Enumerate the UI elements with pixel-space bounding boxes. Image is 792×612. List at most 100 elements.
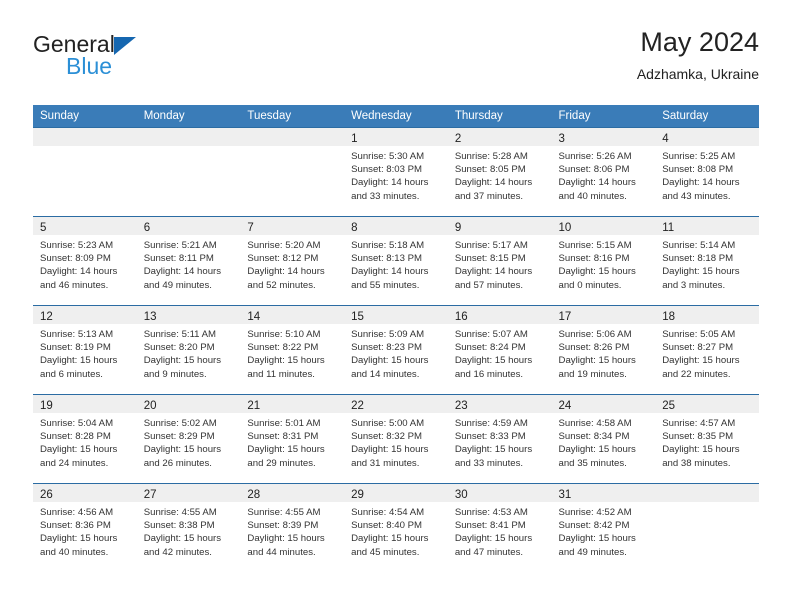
calendar-cell[interactable]: 12 Sunrise: 5:13 AM Sunset: 8:19 PM Dayl…: [33, 305, 137, 395]
day-number: 27: [143, 489, 157, 501]
sunrise-text: Sunrise: 5:30 AM: [351, 151, 425, 162]
page-header: General Blue May 2024 Adzhamka, Ukraine: [33, 26, 759, 98]
daylight-text-line2: and 33 minutes.: [351, 190, 420, 202]
sunset-text: Sunset: 8:41 PM: [454, 520, 526, 532]
calendar-cell[interactable]: 15 Sunrise: 5:09 AM Sunset: 8:23 PM Dayl…: [344, 305, 448, 395]
daylight-text-line1: Daylight: 15 hours: [351, 355, 429, 367]
calendar-cell[interactable]: 13 Sunrise: 5:11 AM Sunset: 8:20 PM Dayl…: [136, 305, 241, 395]
sunset-text: Sunset: 8:15 PM: [454, 253, 526, 265]
calendar-cell[interactable]: 4 Sunrise: 5:25 AM Sunset: 8:08 PM Dayli…: [655, 127, 759, 217]
daylight-text-line2: and 40 minutes.: [40, 546, 109, 558]
sunrise-text: Sunrise: 5:21 AM: [143, 240, 217, 251]
calendar-cell[interactable]: 2 Sunrise: 5:28 AM Sunset: 8:05 PM Dayli…: [447, 127, 552, 217]
calendar-cell[interactable]: [33, 127, 137, 217]
calendar-cell[interactable]: 6 Sunrise: 5:21 AM Sunset: 8:11 PM Dayli…: [136, 216, 241, 306]
sunrise-text: Sunrise: 5:17 AM: [454, 240, 528, 251]
day-number: 28: [247, 489, 261, 501]
brand-logo[interactable]: General Blue: [33, 32, 273, 92]
calendar-cell[interactable]: 16 Sunrise: 5:07 AM Sunset: 8:24 PM Dayl…: [447, 305, 552, 395]
day-number: 15: [351, 311, 364, 323]
sunrise-text: Sunrise: 4:53 AM: [454, 507, 528, 518]
calendar-cell[interactable]: 3 Sunrise: 5:26 AM Sunset: 8:06 PM Dayli…: [551, 127, 656, 217]
weekday-header-tuesday: Tuesday: [240, 105, 345, 128]
daylight-text-line1: Daylight: 14 hours: [40, 266, 118, 278]
sunset-text: Sunset: 8:12 PM: [247, 253, 319, 265]
calendar-cell[interactable]: 8 Sunrise: 5:18 AM Sunset: 8:13 PM Dayli…: [344, 216, 448, 306]
sunset-text: Sunset: 8:39 PM: [247, 520, 319, 532]
calendar-cell[interactable]: 14 Sunrise: 5:10 AM Sunset: 8:22 PM Dayl…: [240, 305, 345, 395]
sunrise-text: Sunrise: 5:15 AM: [558, 240, 632, 251]
calendar-cell[interactable]: 30 Sunrise: 4:53 AM Sunset: 8:41 PM Dayl…: [447, 483, 552, 572]
sunset-text: Sunset: 8:36 PM: [40, 520, 111, 532]
calendar-cell[interactable]: [136, 127, 241, 217]
day-number: 24: [558, 400, 572, 412]
sunrise-text: Sunrise: 5:13 AM: [40, 329, 114, 340]
calendar-cell[interactable]: 31 Sunrise: 4:52 AM Sunset: 8:42 PM Dayl…: [551, 483, 656, 572]
sunset-text: Sunset: 8:35 PM: [662, 431, 734, 443]
calendar-week-row: 12 Sunrise: 5:13 AM Sunset: 8:19 PM Dayl…: [33, 305, 759, 395]
day-number: 13: [143, 311, 157, 323]
calendar-cell[interactable]: 22 Sunrise: 5:00 AM Sunset: 8:32 PM Dayl…: [344, 394, 448, 484]
daylight-text-line2: and 22 minutes.: [662, 368, 731, 380]
sunset-text: Sunset: 8:05 PM: [454, 164, 526, 176]
calendar-body: 1 Sunrise: 5:30 AM Sunset: 8:03 PM Dayli…: [33, 127, 759, 572]
calendar-cell[interactable]: 11 Sunrise: 5:14 AM Sunset: 8:18 PM Dayl…: [655, 216, 759, 306]
weekday-header-row: Sunday Monday Tuesday Wednesday Thursday…: [33, 105, 759, 128]
calendar-cell[interactable]: 7 Sunrise: 5:20 AM Sunset: 8:12 PM Dayli…: [240, 216, 345, 306]
page-title: May 2024: [640, 27, 759, 57]
calendar-cell[interactable]: 9 Sunrise: 5:17 AM Sunset: 8:15 PM Dayli…: [447, 216, 552, 306]
calendar-cell[interactable]: 5 Sunrise: 5:23 AM Sunset: 8:09 PM Dayli…: [33, 216, 137, 306]
sunrise-text: Sunrise: 5:06 AM: [558, 329, 632, 340]
sunrise-text: Sunrise: 5:02 AM: [143, 418, 217, 429]
calendar-cell[interactable]: [240, 127, 345, 217]
calendar-cell[interactable]: 25 Sunrise: 4:57 AM Sunset: 8:35 PM Dayl…: [655, 394, 759, 484]
sunrise-text: Sunrise: 5:26 AM: [558, 151, 632, 162]
daylight-text-line2: and 3 minutes.: [662, 279, 726, 291]
sunrise-text: Sunrise: 4:55 AM: [143, 507, 217, 518]
calendar-cell[interactable]: 20 Sunrise: 5:02 AM Sunset: 8:29 PM Dayl…: [136, 394, 241, 484]
calendar-cell[interactable]: 23 Sunrise: 4:59 AM Sunset: 8:33 PM Dayl…: [447, 394, 552, 484]
sunrise-text: Sunrise: 5:01 AM: [247, 418, 321, 429]
calendar-cell[interactable]: 19 Sunrise: 5:04 AM Sunset: 8:28 PM Dayl…: [33, 394, 137, 484]
daylight-text-line1: Daylight: 15 hours: [143, 355, 222, 367]
sunset-text: Sunset: 8:09 PM: [40, 253, 111, 265]
calendar-cell[interactable]: 26 Sunrise: 4:56 AM Sunset: 8:36 PM Dayl…: [33, 483, 137, 572]
daylight-text-line2: and 0 minutes.: [558, 279, 622, 291]
calendar-week-row: 26 Sunrise: 4:56 AM Sunset: 8:36 PM Dayl…: [33, 483, 759, 572]
calendar-cell[interactable]: 24 Sunrise: 4:58 AM Sunset: 8:34 PM Dayl…: [551, 394, 656, 484]
daylight-text-line2: and 19 minutes.: [558, 368, 627, 380]
calendar-cell[interactable]: 27 Sunrise: 4:55 AM Sunset: 8:38 PM Dayl…: [136, 483, 241, 572]
day-number: 14: [247, 311, 261, 323]
daylight-text-line2: and 52 minutes.: [247, 279, 316, 291]
calendar-cell[interactable]: 17 Sunrise: 5:06 AM Sunset: 8:26 PM Dayl…: [551, 305, 656, 395]
calendar-cell[interactable]: 21 Sunrise: 5:01 AM Sunset: 8:31 PM Dayl…: [240, 394, 345, 484]
calendar-cell[interactable]: 1 Sunrise: 5:30 AM Sunset: 8:03 PM Dayli…: [344, 127, 448, 217]
calendar-cell[interactable]: 28 Sunrise: 4:55 AM Sunset: 8:39 PM Dayl…: [240, 483, 345, 572]
sunrise-text: Sunrise: 5:09 AM: [351, 329, 425, 340]
daylight-text-line1: Daylight: 14 hours: [454, 177, 533, 189]
daylight-text-line1: Daylight: 15 hours: [454, 533, 533, 545]
calendar-cell[interactable]: 18 Sunrise: 5:05 AM Sunset: 8:27 PM Dayl…: [655, 305, 759, 395]
title-block: May 2024 Adzhamka, Ukraine: [637, 26, 759, 84]
calendar-cell[interactable]: 10 Sunrise: 5:15 AM Sunset: 8:16 PM Dayl…: [551, 216, 656, 306]
sunrise-text: Sunrise: 5:18 AM: [351, 240, 425, 251]
day-number: 17: [558, 311, 572, 323]
day-number: 12: [40, 311, 53, 323]
day-number: 8: [351, 222, 358, 234]
day-number: 20: [143, 400, 157, 412]
day-number: 30: [454, 489, 468, 501]
day-number: 22: [351, 400, 364, 412]
daylight-text-line2: and 6 minutes.: [40, 368, 103, 380]
sunset-text: Sunset: 8:26 PM: [558, 342, 630, 354]
daylight-text-line1: Daylight: 15 hours: [662, 444, 740, 456]
sunset-text: Sunset: 8:08 PM: [662, 164, 734, 176]
sunset-text: Sunset: 8:40 PM: [351, 520, 423, 532]
calendar-cell[interactable]: 29 Sunrise: 4:54 AM Sunset: 8:40 PM Dayl…: [344, 483, 448, 572]
daylight-text-line2: and 16 minutes.: [454, 368, 524, 380]
calendar-cell[interactable]: [655, 483, 759, 572]
sunset-text: Sunset: 8:03 PM: [351, 164, 423, 176]
sunset-text: Sunset: 8:34 PM: [558, 431, 630, 443]
sunset-text: Sunset: 8:16 PM: [558, 253, 630, 265]
sunset-text: Sunset: 8:18 PM: [662, 253, 734, 265]
daylight-text-line2: and 49 minutes.: [558, 546, 627, 558]
